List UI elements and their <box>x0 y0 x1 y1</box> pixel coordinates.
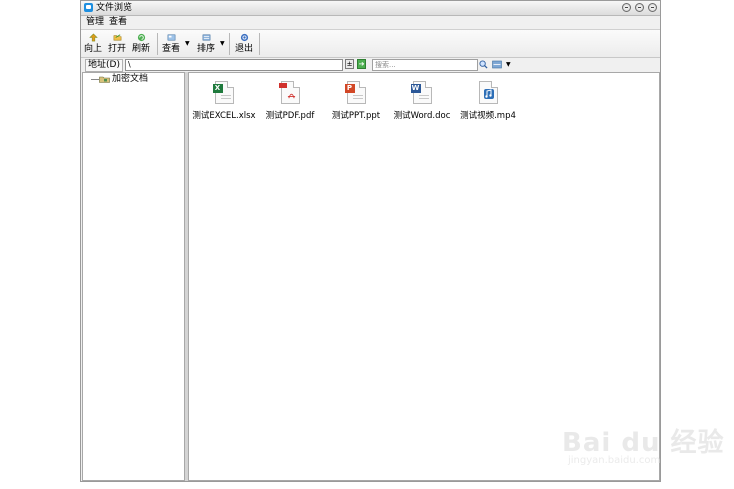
window-title: 文件浏览 <box>96 3 133 13</box>
file-lines <box>220 95 231 101</box>
toolbar-separator <box>229 33 230 55</box>
file-name: 测试EXCEL.xlsx <box>192 111 256 121</box>
file-name: 测试PDF.pdf <box>265 111 315 121</box>
toolbar-separator <box>259 33 260 55</box>
ppt-badge: P <box>344 84 355 93</box>
file-name: 测试Word.doc <box>393 111 451 121</box>
open-button[interactable]: 打开 <box>106 32 128 56</box>
view-mode-dropdown-icon[interactable]: ▼ <box>506 61 511 68</box>
file-item-word[interactable]: W 测试Word.doc <box>387 81 457 122</box>
menu-view[interactable]: 查看 <box>109 16 127 28</box>
video-file-icon <box>478 81 498 104</box>
excel-badge: X <box>212 84 223 93</box>
file-item-pdf[interactable]: 测试PDF.pdf <box>255 81 325 122</box>
refresh-label: 刷新 <box>131 44 150 54</box>
refresh-button[interactable]: 刷新 <box>130 32 152 56</box>
list-view-icon[interactable] <box>492 60 502 69</box>
title-bar: 文件浏览 <box>81 1 660 16</box>
folder-tree-pane: 加密文档 <box>82 72 185 481</box>
ppt-file-icon: P <box>344 81 366 104</box>
refresh-icon <box>137 33 145 42</box>
file-browser-window: 文件浏览 管理 查看 向上 打开 刷新 查看 ▼ 排序 ▼ 退出 地址(D) \… <box>80 0 661 482</box>
view-dropdown-icon[interactable]: ▼ <box>185 41 190 47</box>
up-button[interactable]: 向上 <box>82 32 104 56</box>
view-label: 查看 <box>161 44 180 54</box>
address-history-icon[interactable]: ± <box>345 59 354 69</box>
close-button[interactable] <box>648 3 657 12</box>
toolbar-separator <box>157 33 158 55</box>
power-icon <box>240 33 248 42</box>
sort-dropdown-icon[interactable]: ▼ <box>220 41 225 47</box>
word-badge: W <box>410 84 421 93</box>
acrobat-glyph-icon <box>287 93 295 99</box>
baidu-jingyan-watermark: Bai du 经验 <box>562 428 725 458</box>
view-icon <box>167 34 175 41</box>
open-label: 打开 <box>107 44 126 54</box>
exit-label: 退出 <box>234 44 253 54</box>
menu-manage[interactable]: 管理 <box>86 16 104 28</box>
view-button[interactable]: 查看 <box>160 32 182 56</box>
minimize-button[interactable] <box>622 3 631 12</box>
menu-bar: 管理 查看 <box>81 15 660 30</box>
file-item-video[interactable]: 测试视频.mp4 <box>453 81 523 122</box>
file-lines <box>352 95 363 101</box>
toolbar: 向上 打开 刷新 查看 ▼ 排序 ▼ 退出 <box>81 30 660 58</box>
go-arrow-icon[interactable]: ➔ <box>357 59 366 69</box>
address-bar: 地址(D) \ ± ➔ 搜索... ▼ <box>81 58 660 72</box>
folder-open-icon <box>113 34 121 41</box>
media-note-icon <box>483 89 494 99</box>
exit-button[interactable]: 退出 <box>233 32 255 56</box>
up-label: 向上 <box>83 44 102 54</box>
watermark-url: jingyan.baidu.com <box>568 455 661 466</box>
file-lines <box>418 95 429 101</box>
file-list-pane: X 测试EXCEL.xlsx 测试PDF.pdf P 测试PPT.ppt W 测… <box>188 72 660 481</box>
app-icon <box>84 3 93 12</box>
file-item-excel[interactable]: X 测试EXCEL.xlsx <box>189 81 259 122</box>
address-label: 地址(D) <box>85 59 123 72</box>
file-name: 测试PPT.ppt <box>331 111 381 121</box>
sort-button[interactable]: 排序 <box>195 32 217 56</box>
pdf-file-icon <box>278 81 300 104</box>
address-input[interactable]: \ <box>125 59 343 71</box>
tree-connector <box>91 79 99 80</box>
sort-label: 排序 <box>196 44 215 54</box>
pdf-badge <box>278 83 287 88</box>
word-file-icon: W <box>410 81 432 104</box>
search-input[interactable]: 搜索... <box>372 59 478 71</box>
maximize-button[interactable] <box>635 3 644 12</box>
file-name: 测试视频.mp4 <box>460 111 516 121</box>
search-icon[interactable] <box>479 60 488 69</box>
excel-file-icon: X <box>212 81 234 104</box>
encrypted-folder-icon[interactable] <box>99 75 110 83</box>
arrow-up-icon <box>88 33 98 42</box>
sort-icon <box>202 34 210 41</box>
file-item-ppt[interactable]: P 测试PPT.ppt <box>321 81 391 122</box>
tree-item-encrypted-docs[interactable]: 加密文档 <box>112 74 148 85</box>
